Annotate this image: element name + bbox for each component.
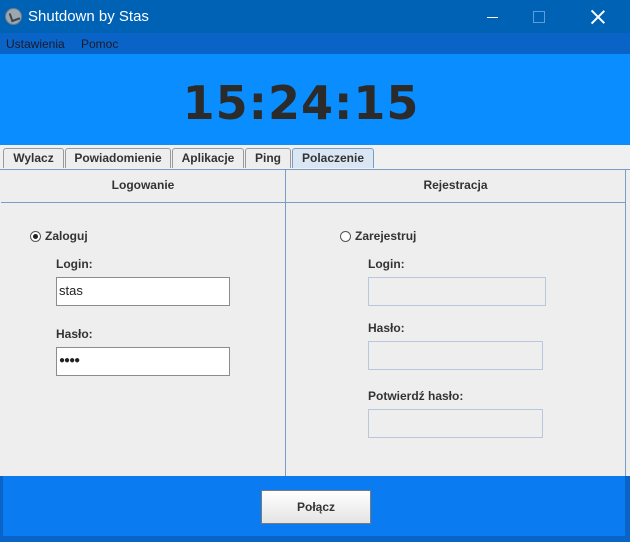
- maximize-icon: [532, 10, 545, 23]
- login-panel-header: Logowanie: [1, 170, 285, 203]
- connection-content: Logowanie Zaloguj Login: stas Hasło: ●●●…: [0, 169, 630, 477]
- menu-pomoc[interactable]: Pomoc: [81, 37, 118, 51]
- password-label: Hasło:: [56, 327, 93, 341]
- close-button[interactable]: [575, 0, 620, 33]
- app-icon: [5, 8, 22, 25]
- app-window: Shutdown by Stas Ustawienia Pomoc 15:24:…: [0, 0, 630, 542]
- register-panel: Rejestracja Zarejestruj Login: Hasło: Po…: [286, 170, 626, 477]
- menu-bar: Ustawienia Pomoc: [0, 33, 630, 54]
- register-login-field[interactable]: [368, 277, 546, 306]
- register-panel-header: Rejestracja: [286, 170, 625, 203]
- close-icon: [591, 10, 605, 24]
- register-password-field[interactable]: [368, 341, 543, 370]
- minimize-button[interactable]: [470, 0, 515, 33]
- register-radio-label: Zarejestruj: [355, 229, 417, 243]
- title-bar[interactable]: Shutdown by Stas: [0, 0, 630, 33]
- password-field[interactable]: ●●●●: [56, 347, 230, 376]
- tab-aplikacje[interactable]: Aplikacje: [172, 148, 244, 168]
- register-radio[interactable]: [340, 230, 351, 242]
- login-radio-label: Zaloguj: [45, 229, 88, 243]
- clock-display: 15:24:15: [182, 76, 420, 130]
- window-title: Shutdown by Stas: [28, 8, 149, 25]
- clock-panel: 15:24:15: [0, 54, 630, 145]
- footer-bar: Połącz: [0, 476, 630, 542]
- register-radio-row[interactable]: Zarejestruj: [340, 229, 416, 243]
- login-label: Login:: [56, 257, 93, 271]
- tab-strip: Wylacz Powiadomienie Aplikacje Ping Pola…: [0, 145, 630, 169]
- tab-powiadomienie[interactable]: Powiadomienie: [65, 148, 171, 168]
- footer-panel: Połącz: [3, 476, 625, 536]
- login-radio-row[interactable]: Zaloguj: [30, 229, 88, 243]
- menu-ustawienia[interactable]: Ustawienia: [6, 37, 65, 51]
- confirm-password-field[interactable]: [368, 409, 543, 438]
- register-password-label: Hasło:: [368, 321, 405, 335]
- login-field[interactable]: stas: [56, 277, 230, 306]
- minimize-icon: [487, 16, 498, 18]
- confirm-password-label: Potwierdź hasło:: [368, 389, 464, 403]
- tab-ping[interactable]: Ping: [245, 148, 291, 168]
- login-radio[interactable]: [30, 230, 41, 242]
- connect-button[interactable]: Połącz: [261, 490, 371, 524]
- tab-wylacz[interactable]: Wylacz: [3, 148, 64, 168]
- tab-polaczenie[interactable]: Polaczenie: [292, 148, 374, 168]
- maximize-button[interactable]: [516, 0, 561, 33]
- register-login-label: Login:: [368, 257, 405, 271]
- login-panel: Logowanie Zaloguj Login: stas Hasło: ●●●…: [1, 170, 286, 477]
